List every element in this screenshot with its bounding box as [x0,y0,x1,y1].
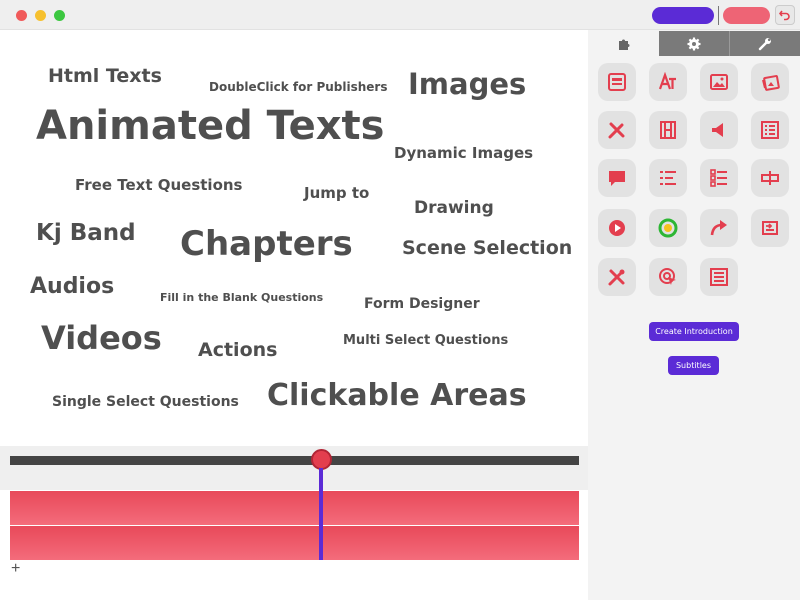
tag-clickable-areas[interactable]: Clickable Areas [267,381,527,411]
undo-button[interactable] [775,5,795,25]
tab-tools[interactable] [729,31,800,56]
subtitles-button[interactable]: Subtitles [668,356,719,375]
tools-icon [608,269,625,286]
tool-fill-blank[interactable] [751,159,789,197]
tag-chapters[interactable]: Chapters [180,227,353,261]
primary-action-button[interactable] [652,7,714,24]
tool-drawing[interactable] [598,111,636,149]
tag-single-select-questions[interactable]: Single Select Questions [52,395,239,409]
tag-free-text-questions[interactable]: Free Text Questions [75,178,243,193]
tag-fill-in-the-blank-questions[interactable]: Fill in the Blank Questions [160,292,323,303]
tool-chapters[interactable] [751,111,789,149]
playhead-handle[interactable] [311,449,332,470]
chapters-list-icon [761,121,779,139]
scrubber-area [0,446,588,490]
tag-scene-selection[interactable]: Scene Selection [402,239,572,258]
tag-animated-texts[interactable]: Animated Texts [36,106,384,146]
tool-text[interactable] [649,63,687,101]
title-bar [0,0,800,30]
tag-audios[interactable]: Audios [30,276,114,298]
tag-multi-select-questions[interactable]: Multi Select Questions [343,334,508,347]
tag-videos[interactable]: Videos [41,322,162,354]
playhead-line[interactable] [319,468,323,560]
tools-panel: Create Introduction Subtitles [588,30,800,600]
undo-icon [779,10,790,21]
tool-jump-to[interactable] [700,209,738,247]
tool-clickable-area[interactable] [649,258,687,296]
text-icon [658,72,676,90]
add-track-button[interactable]: + [11,560,20,578]
timeline-scrubber[interactable] [10,456,579,465]
free-text-icon [660,171,676,185]
close-window-button[interactable] [16,10,27,21]
target-click-icon [659,268,676,285]
checklist-icon [710,169,727,187]
tag-drawing[interactable]: Drawing [414,200,494,217]
tag-actions[interactable]: Actions [198,341,277,360]
play-action-icon [609,220,625,236]
secondary-action-button[interactable] [723,7,770,24]
tag-images[interactable]: Images [408,70,526,99]
timeline: + [0,446,588,600]
tool-play-action[interactable] [598,209,636,247]
tool-settings-tools[interactable] [598,258,636,296]
film-icon [660,121,676,139]
text-cursor-icon [761,171,779,185]
create-introduction-button[interactable]: Create Introduction [649,322,739,341]
gear-icon [687,37,701,50]
tool-scene-selection[interactable] [751,209,789,247]
tool-form-designer[interactable] [700,258,738,296]
tag-form-designer[interactable]: Form Designer [364,297,480,311]
tool-image[interactable] [700,63,738,101]
form-designer-icon [710,268,728,286]
tool-form[interactable] [598,63,636,101]
drawing-icon [608,122,625,139]
maximize-window-button[interactable] [54,10,65,21]
audio-icon [712,123,723,137]
tag-jump-to[interactable]: Jump to [304,186,369,201]
toolbar-divider [718,6,719,25]
form-icon [608,73,626,91]
wrench-icon [758,37,771,50]
speech-bubble-icon [609,171,625,186]
tool-free-text[interactable] [649,159,687,197]
tag-dynamic-images[interactable]: Dynamic Images [394,146,533,161]
puzzle-icon [618,39,629,50]
tag-kj-band[interactable]: Kj Band [36,222,136,245]
scene-selection-icon [762,221,778,235]
tool-audio[interactable] [700,111,738,149]
tool-dynamic-images[interactable] [751,63,789,101]
tag-html-texts[interactable]: Html Texts [48,67,162,86]
stage-canvas[interactable]: Html Texts DoubleClick for Publishers Im… [0,30,588,446]
tool-connect[interactable] [649,209,687,247]
tab-settings[interactable] [659,31,729,56]
dynamic-images-icon [762,75,780,91]
image-icon [710,74,728,90]
timeline-clip[interactable] [10,526,579,560]
jump-arrow-icon [710,220,727,236]
tool-speech-bubble[interactable] [598,159,636,197]
tag-doubleclick-for-publishers[interactable]: DoubleClick for Publishers [209,81,388,93]
tab-elements[interactable] [588,31,659,56]
connect-icon [658,218,678,238]
timeline-clip[interactable] [10,491,579,525]
tool-multi-select[interactable] [700,159,738,197]
tool-video[interactable] [649,111,687,149]
minimize-window-button[interactable] [35,10,46,21]
